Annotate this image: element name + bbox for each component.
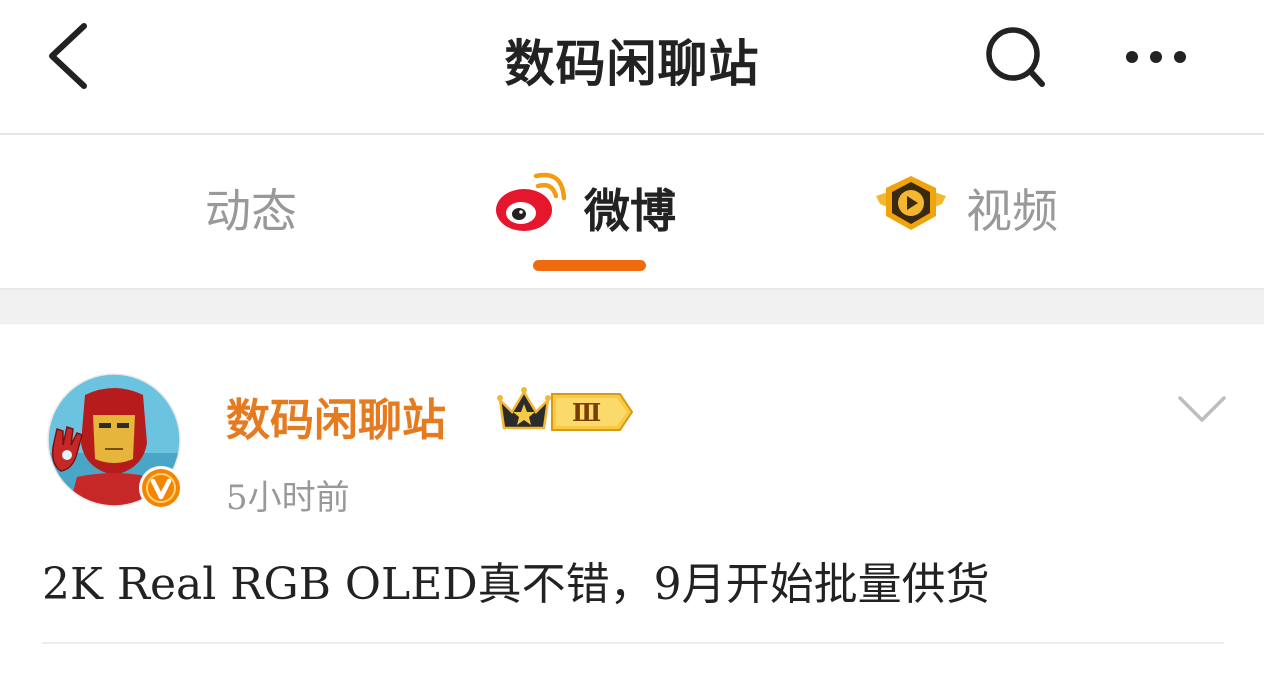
- vip-crown-badge-icon[interactable]: [496, 386, 636, 438]
- post-text: 2K Real RGB OLED真不错，9月开始批量供货: [42, 559, 990, 610]
- tab-dynamic[interactable]: 动态: [205, 175, 297, 241]
- active-tab-indicator: [533, 260, 646, 271]
- section-separator: [0, 288, 1264, 324]
- top-bar: 数码闲聊站: [0, 0, 1264, 135]
- profile-tabs: 动态 微博 视频: [0, 135, 1264, 288]
- search-button[interactable]: [980, 24, 1050, 90]
- verified-badge-icon: [137, 464, 185, 512]
- tab-label: 微博: [584, 184, 676, 238]
- vip-level-label: Ⅲ: [572, 398, 602, 427]
- tab-weibo[interactable]: 微博: [494, 172, 676, 241]
- post-timestamp: 5小时前: [226, 478, 350, 518]
- post-card[interactable]: 数码闲聊站 Ⅲ 5小时前 2K Real RGB OLED真不错，9月开始批量供…: [0, 324, 1264, 682]
- post-menu-button[interactable]: [1172, 388, 1232, 428]
- video-badge-icon: [874, 174, 948, 243]
- weibo-logo-icon: [494, 172, 567, 245]
- tab-video[interactable]: 视频: [874, 175, 1058, 241]
- author-name[interactable]: 数码闲聊站: [226, 384, 446, 448]
- search-icon: [986, 27, 1045, 87]
- chevron-down-icon: [1178, 396, 1226, 422]
- page-title: 数码闲聊站: [504, 34, 760, 93]
- tab-label: 视频: [966, 184, 1058, 238]
- more-dots-icon: [1126, 51, 1186, 63]
- more-options-button[interactable]: [1118, 34, 1198, 80]
- tab-label: 动态: [205, 184, 297, 238]
- post-divider: [42, 642, 1224, 644]
